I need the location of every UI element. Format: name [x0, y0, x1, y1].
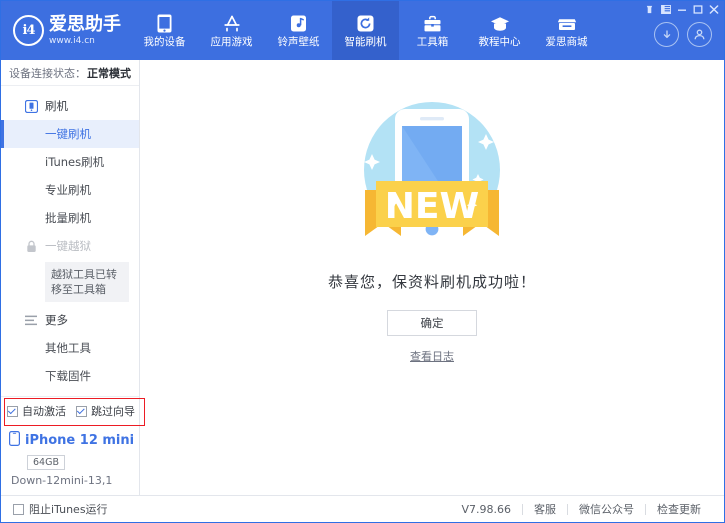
skin-icon[interactable]: [643, 3, 656, 15]
list-icon: [25, 314, 38, 327]
connection-status-value: 正常模式: [87, 65, 131, 81]
sidebar-item-label: 专业刷机: [45, 182, 91, 198]
sidebar-group-label: 一键越狱: [45, 238, 91, 254]
nav-item-tutorial-center[interactable]: 教程中心: [466, 1, 533, 60]
app-window: i4 爱思助手 www.i4.cn 我的设备 应用游戏: [0, 0, 725, 523]
confirm-button[interactable]: 确定: [387, 310, 477, 336]
app-header: i4 爱思助手 www.i4.cn 我的设备 应用游戏: [1, 1, 724, 60]
lock-icon: [25, 240, 38, 253]
version-label: V7.98.66: [461, 503, 511, 516]
sidebar-item-label: 批量刷机: [45, 210, 91, 226]
success-message: 恭喜您，保资料刷机成功啦！: [328, 271, 536, 292]
new-phone-illustration: NEW: [332, 82, 532, 267]
toolbox-icon: [423, 14, 443, 34]
sidebar-group-flash[interactable]: 刷机: [1, 92, 139, 120]
checkbox-auto-activate[interactable]: 自动激活: [7, 403, 66, 419]
phone-icon: [155, 14, 175, 34]
sidebar-item-label: iTunes刷机: [45, 154, 104, 170]
nav-label: 教程中心: [479, 37, 521, 48]
sidebar-item-download-firmware[interactable]: 下载固件: [1, 362, 139, 390]
graduation-icon: [490, 14, 510, 34]
nav-item-apps-games[interactable]: 应用游戏: [198, 1, 265, 60]
nav-label: 智能刷机: [345, 37, 387, 48]
support-link[interactable]: 客服: [523, 501, 567, 517]
sidebar-item-batch-flash[interactable]: 批量刷机: [1, 204, 139, 232]
sidebar-group-more[interactable]: 更多: [1, 306, 139, 334]
nav-item-my-device[interactable]: 我的设备: [131, 1, 198, 60]
sidebar-item-pro-flash[interactable]: 专业刷机: [1, 176, 139, 204]
app-logo[interactable]: i4 爱思助手 www.i4.cn: [1, 1, 131, 60]
device-capacity-badge: 64GB: [27, 455, 65, 470]
device-name-row: iPhone 12 mini: [9, 431, 139, 450]
device-info[interactable]: iPhone 12 mini 64GB Down-12mini-13,1: [1, 427, 139, 495]
nav-item-ringtones-wallpaper[interactable]: 铃声壁纸: [265, 1, 332, 60]
nav-item-smart-flash[interactable]: 智能刷机: [332, 1, 399, 60]
wechat-link[interactable]: 微信公众号: [568, 501, 645, 517]
main-content: NEW 恭喜您，保资料刷机成功啦！ 确定 查看日志: [140, 60, 724, 495]
sidebar: 设备连接状态：正常模式 刷机 一键刷机 iTunes刷机 专业刷机: [1, 60, 140, 495]
appstore-icon: [222, 14, 242, 34]
logo-text: 爱思助手 www.i4.cn: [49, 16, 121, 46]
checkbox-block-itunes[interactable]: 阻止iTunes运行: [13, 501, 108, 517]
sidebar-options-row: 自动激活 跳过向导: [7, 403, 135, 419]
download-icon[interactable]: [654, 22, 679, 47]
connection-status: 设备连接状态：正常模式: [1, 60, 139, 86]
nav-label: 应用游戏: [211, 37, 253, 48]
sidebar-group-jailbreak: 一键越狱: [1, 232, 139, 260]
sidebar-menu: 刷机 一键刷机 iTunes刷机 专业刷机 批量刷机: [1, 86, 139, 396]
shop-icon: [557, 14, 577, 34]
logo-mark-text: i4: [23, 23, 35, 38]
nav-item-toolbox[interactable]: 工具箱: [399, 1, 466, 60]
main-navigation: 我的设备 应用游戏 铃声壁纸 智能刷机: [131, 1, 600, 60]
checkbox-box[interactable]: [7, 406, 18, 417]
jailbreak-tooltip-text: 越狱工具已转移至工具箱: [51, 268, 117, 296]
sidebar-item-one-key-flash[interactable]: 一键刷机: [1, 120, 139, 148]
device-model: Down-12mini-13,1: [11, 474, 139, 487]
nav-label: 我的设备: [144, 37, 186, 48]
window-controls: [643, 3, 720, 15]
logo-mark-icon: i4: [13, 15, 44, 46]
nav-item-i4-store[interactable]: 爱思商城: [533, 1, 600, 60]
checkbox-label: 自动激活: [22, 403, 66, 419]
maximize-icon[interactable]: [691, 3, 704, 15]
sidebar-options: 自动激活 跳过向导: [1, 396, 139, 425]
music-icon: [289, 14, 309, 34]
logo-title: 爱思助手: [49, 16, 121, 34]
device-name: iPhone 12 mini: [25, 433, 134, 448]
sidebar-item-label: 其他工具: [45, 340, 91, 356]
connection-status-label: 设备连接状态：: [9, 65, 86, 81]
checkbox-label: 阻止iTunes运行: [29, 501, 108, 517]
status-bar-right: V7.98.66 客服 微信公众号 检查更新: [461, 501, 712, 517]
sidebar-item-label: 一键刷机: [45, 126, 91, 142]
logo-subtitle: www.i4.cn: [49, 37, 121, 46]
status-bar: 阻止iTunes运行 V7.98.66 客服 微信公众号 检查更新: [1, 495, 724, 522]
close-icon[interactable]: [707, 3, 720, 15]
checkbox-box[interactable]: [76, 406, 87, 417]
refresh-icon: [356, 14, 376, 34]
minimize-icon[interactable]: [675, 3, 688, 15]
nav-label: 爱思商城: [546, 37, 588, 48]
checkbox-skip-wizard[interactable]: 跳过向导: [76, 403, 135, 419]
sidebar-item-label: 下载固件: [45, 368, 91, 384]
menu-icon[interactable]: [659, 3, 672, 15]
nav-label: 铃声壁纸: [278, 37, 320, 48]
account-icon[interactable]: [687, 22, 712, 47]
device-phone-icon: [9, 431, 20, 450]
nav-label: 工具箱: [417, 37, 449, 48]
svg-text:NEW: NEW: [385, 186, 479, 227]
check-update-link[interactable]: 检查更新: [646, 501, 712, 517]
checkbox-box[interactable]: [13, 504, 24, 515]
checkbox-label: 跳过向导: [91, 403, 135, 419]
sidebar-group-label: 更多: [45, 312, 68, 328]
view-log-link[interactable]: 查看日志: [410, 348, 454, 364]
app-body: 设备连接状态：正常模式 刷机 一键刷机 iTunes刷机 专业刷机: [1, 60, 724, 495]
flash-phone-icon: [25, 100, 38, 113]
sidebar-item-itunes-flash[interactable]: iTunes刷机: [1, 148, 139, 176]
jailbreak-tooltip: 越狱工具已转移至工具箱: [45, 262, 129, 302]
sidebar-group-label: 刷机: [45, 98, 68, 114]
sidebar-item-other-tools[interactable]: 其他工具: [1, 334, 139, 362]
